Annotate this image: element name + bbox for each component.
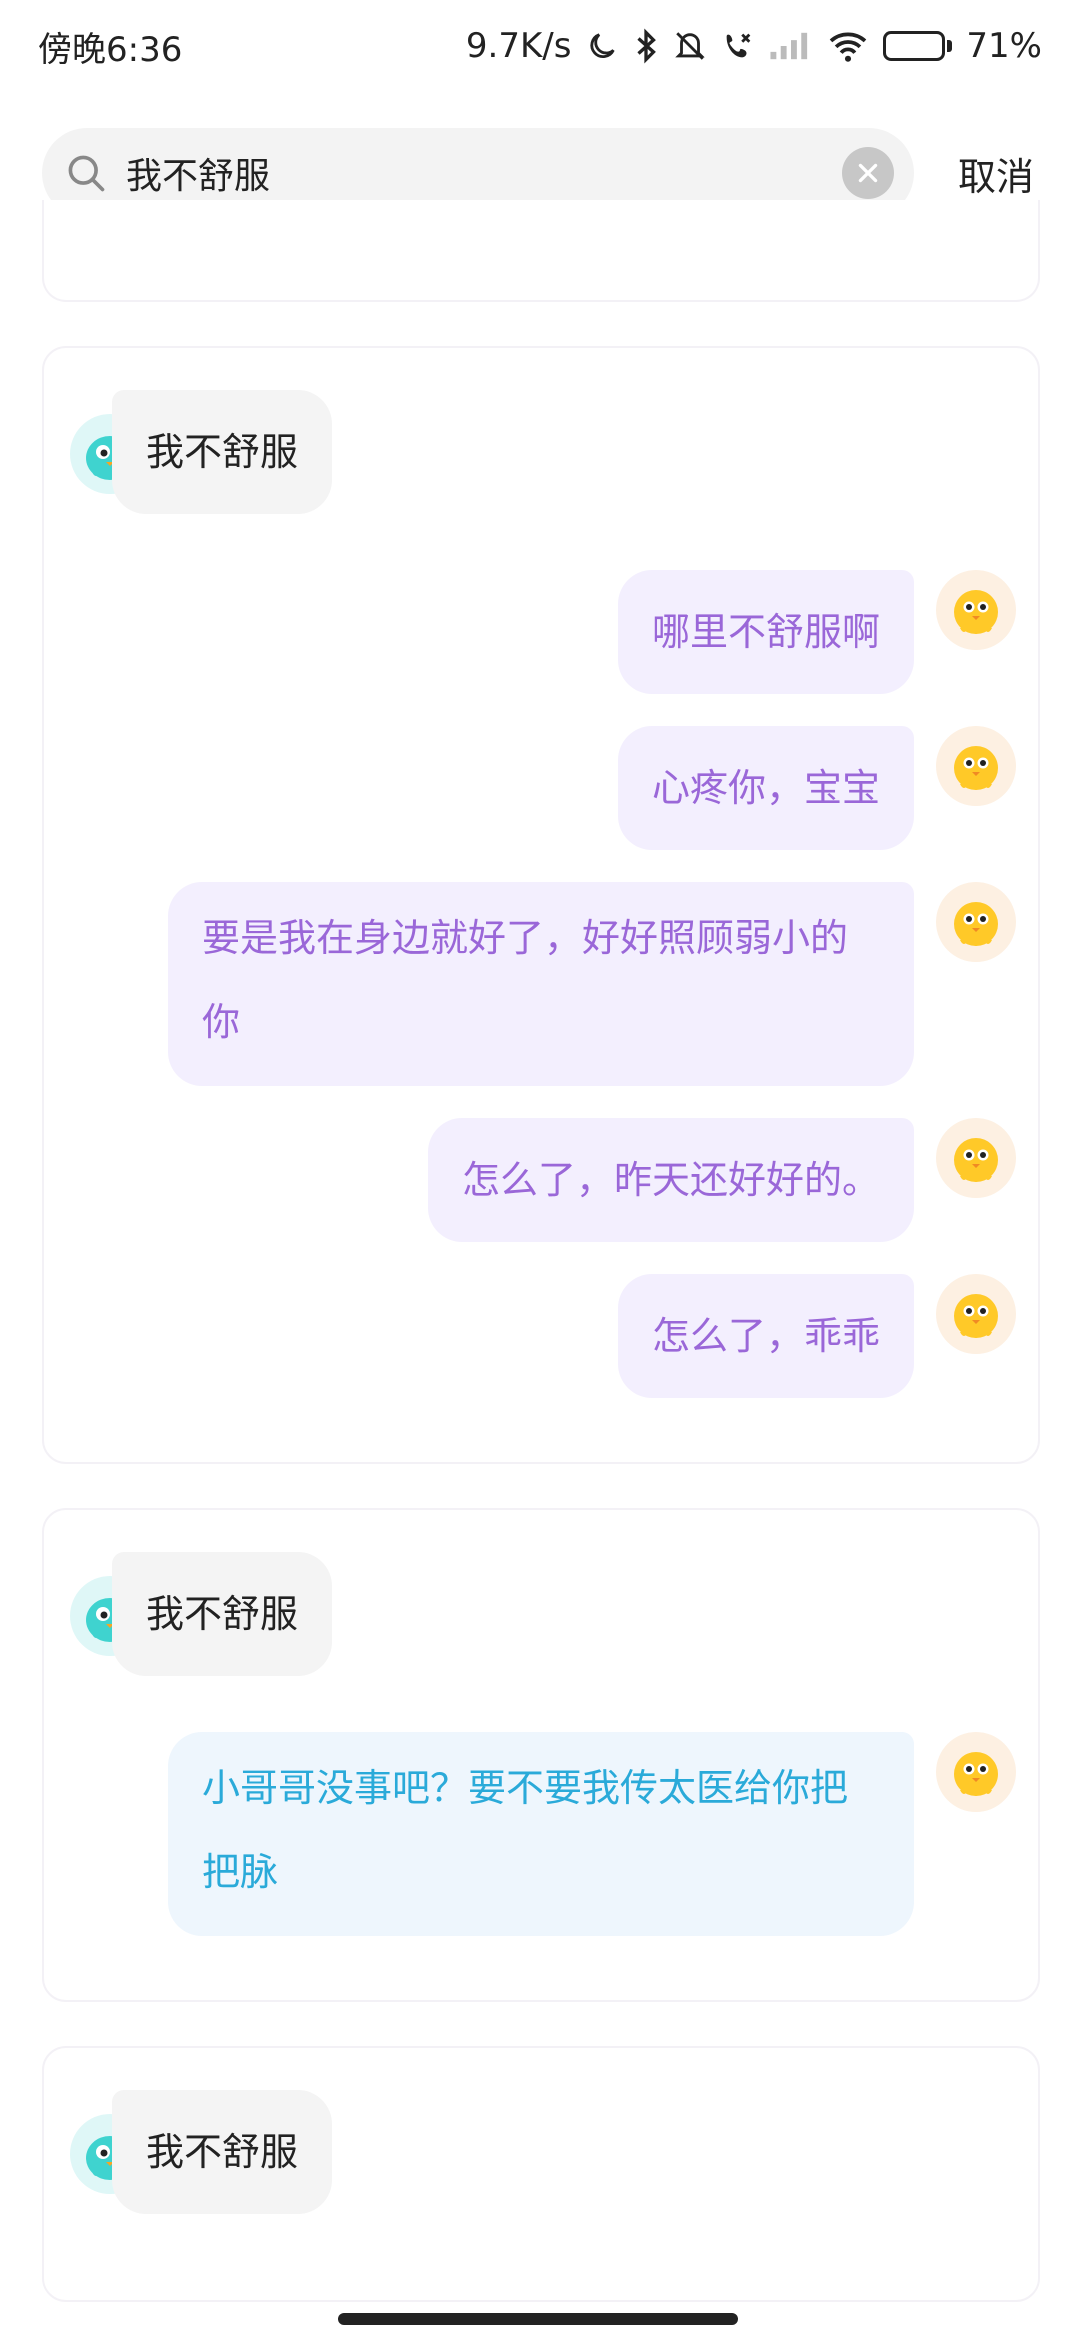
moon-icon bbox=[585, 26, 619, 66]
status-bar: 傍晚6:36 9.7K/s 71% bbox=[0, 0, 1080, 92]
mute-icon bbox=[673, 26, 707, 66]
bot-avatar bbox=[936, 1118, 1016, 1198]
user-message-bubble: 我不舒服 bbox=[112, 390, 333, 514]
result-card-partial[interactable] bbox=[42, 200, 1040, 302]
reply-bubble: 怎么了，乖乖 bbox=[617, 1274, 914, 1398]
reply-bubble: 心疼你，宝宝 bbox=[617, 726, 914, 850]
bot-avatar bbox=[936, 570, 1016, 650]
battery-icon bbox=[883, 31, 953, 61]
reply-bubble: 哪里不舒服啊 bbox=[617, 570, 914, 694]
status-icons: 9.7K/s 71% bbox=[466, 26, 1042, 66]
wifi-icon bbox=[827, 26, 869, 66]
reply-bubble: 小哥哥没事吧？要不要我传太医给你把把脉 bbox=[168, 1732, 914, 1936]
result-card[interactable]: 我不舒服 小哥哥没事吧？要不要我传太医给你把把脉 bbox=[42, 1508, 1040, 2002]
bluetooth-icon bbox=[633, 26, 659, 66]
battery-percent: 71% bbox=[966, 26, 1042, 66]
missed-call-icon bbox=[721, 26, 755, 66]
reply-bubble: 怎么了，昨天还好好的。 bbox=[427, 1118, 914, 1242]
result-card[interactable]: 我不舒服 bbox=[42, 2046, 1040, 2302]
cancel-button[interactable]: 取消 bbox=[958, 146, 1034, 201]
clear-search-button[interactable] bbox=[842, 147, 894, 199]
signal-icon bbox=[769, 26, 813, 66]
bot-avatar bbox=[936, 882, 1016, 962]
reply-bubble: 要是我在身边就好了，好好照顾弱小的你 bbox=[168, 882, 914, 1086]
search-input[interactable] bbox=[126, 152, 842, 194]
network-speed: 9.7K/s bbox=[465, 26, 572, 66]
bot-avatar bbox=[936, 726, 1016, 806]
home-indicator[interactable] bbox=[338, 2313, 738, 2325]
bot-avatar bbox=[936, 1732, 1016, 1812]
user-message-bubble: 我不舒服 bbox=[112, 2090, 333, 2214]
user-message-bubble: 我不舒服 bbox=[112, 1552, 333, 1676]
status-time: 傍晚6:36 bbox=[38, 29, 183, 70]
search-icon bbox=[64, 151, 108, 195]
bot-avatar bbox=[936, 1274, 1016, 1354]
result-card[interactable]: 我不舒服 哪里不舒服啊 心疼你，宝宝 要是我在身边就好了，好好照顾弱小的你 怎么… bbox=[42, 346, 1040, 1464]
close-icon bbox=[858, 163, 878, 183]
